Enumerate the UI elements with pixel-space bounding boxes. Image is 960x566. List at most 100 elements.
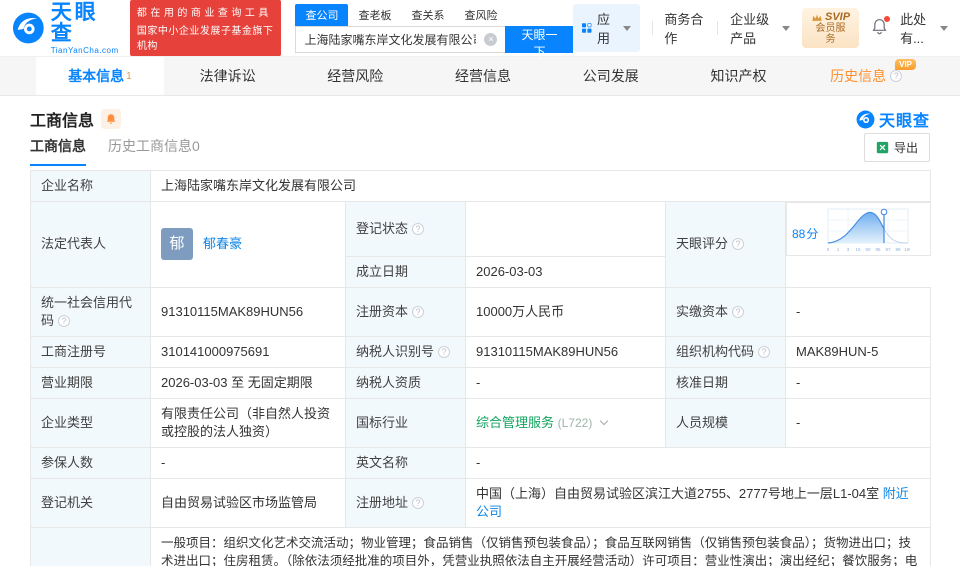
reg-capital-value: 10000万人民币	[465, 286, 666, 337]
svg-text:1: 1	[837, 247, 840, 252]
table-row: 企业名称 上海陆家嘴东岸文化发展有限公司	[30, 170, 931, 202]
info-icon[interactable]	[58, 314, 71, 327]
slogan-badge: 都在用的商业查询工具 国家中小企业发展子基金旗下机构	[129, 0, 282, 56]
tab-history-info[interactable]: 历史信息 VIP	[802, 57, 930, 95]
divider	[651, 21, 653, 35]
tab-basic-info[interactable]: 基本信息 1	[36, 57, 164, 95]
legal-rep-name-link[interactable]: 郁春豪	[203, 235, 242, 253]
business-scope-label: 经营范围	[30, 526, 151, 566]
crown-icon	[812, 14, 822, 21]
subtab-history-registration[interactable]: 历史工商信息0	[108, 136, 200, 166]
tab-business-info[interactable]: 经营信息	[419, 57, 547, 95]
section-title: 工商信息	[30, 113, 95, 130]
search-button[interactable]: 天眼一下	[505, 25, 574, 59]
info-icon[interactable]	[412, 496, 425, 509]
chevron-down-icon	[940, 25, 948, 31]
business-term-value: 2026-03-03 至 无固定期限	[150, 366, 346, 399]
excel-icon	[876, 141, 889, 154]
reg-status-label: 登记状态	[345, 201, 466, 257]
tab-badge-count: 1	[126, 70, 132, 82]
vip-tag: VIP	[895, 59, 917, 70]
staff-size-label: 人员规模	[665, 397, 786, 448]
legal-rep-cell: 郁 郁春豪	[150, 201, 346, 288]
brand-domain: TianYanCha.com	[50, 45, 119, 55]
brand-logo[interactable]: 天眼查 TianYanCha.com	[12, 2, 120, 55]
establish-date-value: 2026-03-03	[465, 255, 666, 288]
tab-company-development[interactable]: 公司发展	[547, 57, 675, 95]
bell-icon	[106, 114, 116, 124]
company-tab-strip: 基本信息 1 法律诉讼 经营风险 经营信息 公司发展 知识产权 历史信息 VIP	[0, 56, 960, 96]
approval-date-label: 核准日期	[665, 366, 786, 399]
chevron-down-icon	[781, 25, 790, 31]
search-tab-company[interactable]: 查公司	[295, 3, 349, 26]
notifications-bell[interactable]	[871, 16, 891, 38]
english-name-value: -	[465, 446, 931, 479]
info-icon[interactable]	[758, 345, 771, 358]
svg-text:3: 3	[847, 247, 850, 252]
subtab-business-registration[interactable]: 工商信息	[30, 136, 86, 166]
company-name-value: 上海陆家嘴东岸文化发展有限公司	[150, 170, 931, 202]
export-button[interactable]: 导出	[863, 133, 930, 162]
tab-intellectual-property[interactable]: 知识产权	[675, 57, 803, 95]
svip-title: SVIP	[824, 10, 851, 23]
top-header: 天眼查 TianYanCha.com 都在用的商业查询工具 国家中小企业发展子基…	[0, 0, 960, 59]
nav-more[interactable]: 此处有...	[900, 9, 948, 47]
paid-capital-value: -	[785, 286, 931, 337]
tab-operational-risk[interactable]: 经营风险	[291, 57, 419, 95]
grid-apps-icon	[582, 23, 592, 33]
business-info-table: 企业名称 上海陆家嘴东岸文化发展有限公司 法定代表人 郁 郁春豪 登记状态 天眼…	[30, 170, 931, 566]
approval-date-value: -	[785, 366, 931, 399]
industry-label: 国标行业	[345, 397, 466, 448]
info-icon[interactable]	[438, 345, 451, 358]
info-icon[interactable]	[412, 305, 425, 318]
svg-text:85: 85	[876, 247, 882, 252]
svg-text:100: 100	[905, 247, 911, 252]
apps-label: 应用	[596, 12, 610, 46]
svip-membership-badge[interactable]: SVIP 会员服务	[801, 7, 860, 49]
clear-search-icon[interactable]: ×	[484, 32, 498, 46]
chevron-down-icon[interactable]	[599, 416, 609, 425]
table-row: 法定代表人 郁 郁春豪 登记状态 天眼评分 88分	[30, 201, 931, 288]
legal-rep-avatar[interactable]: 郁	[161, 228, 193, 261]
section-header: 工商信息 天眼查	[30, 96, 930, 134]
nav-enterprise[interactable]: 企业级产品	[730, 9, 790, 47]
business-scope-value: 一般项目：组织文化艺术交流活动；物业管理；食品销售（仅销售预包装食品）；食品互联…	[150, 526, 931, 566]
slogan-line2: 国家中小企业发展子基金旗下机构	[136, 26, 274, 52]
industry-code: (L722)	[557, 415, 593, 430]
industry-name[interactable]: 综合管理服务	[476, 415, 554, 430]
table-row: 企业类型 有限责任公司（非自然人投资或控股的法人独资） 国标行业 综合管理服务 …	[30, 397, 931, 448]
apps-menu[interactable]: 应用	[573, 4, 640, 52]
chevron-down-icon	[622, 25, 631, 31]
info-icon[interactable]	[732, 305, 745, 318]
subtab-row: 工商信息 历史工商信息0 导出	[30, 133, 930, 166]
table-row: 参保人数 - 英文名称 -	[30, 446, 931, 479]
table-row: 登记机关 自由贸易试验区市场监管局 注册地址 中国（上海）自由贸易试验区滨江大道…	[30, 477, 931, 528]
search-input[interactable]	[296, 32, 485, 46]
legal-rep-label: 法定代表人	[30, 201, 151, 288]
svip-subtitle: 会员服务	[815, 23, 846, 46]
insured-count-label: 参保人数	[30, 446, 151, 479]
header-nav: 应用 商务合作 企业级产品 SVIP 会员服务 此处有...	[573, 4, 948, 52]
info-icon[interactable]	[732, 238, 745, 251]
search-tab-boss[interactable]: 查老板	[348, 4, 401, 26]
search-tab-risk[interactable]: 查风险	[454, 4, 507, 26]
org-code-value: MAK89HUN-5	[785, 335, 931, 368]
paid-capital-label: 实缴资本	[665, 286, 786, 337]
search-input-box: ×	[295, 25, 506, 53]
establish-date-label: 成立日期	[345, 255, 466, 288]
info-icon[interactable]	[412, 222, 425, 235]
info-icon[interactable]	[890, 70, 903, 82]
english-name-label: 英文名称	[345, 446, 466, 479]
tab-legal-litigation[interactable]: 法律诉讼	[164, 57, 292, 95]
svg-text:15: 15	[856, 247, 862, 252]
search-type-tabs: 查公司 查老板 查关系 查风险	[295, 3, 573, 26]
nav-cooperation[interactable]: 商务合作	[664, 9, 705, 47]
search-tab-relation[interactable]: 查关系	[401, 4, 454, 26]
staff-size-value: -	[785, 397, 931, 448]
reg-capital-label: 注册资本	[345, 286, 466, 337]
taxpayer-id-label: 纳税人识别号	[345, 335, 466, 368]
tianyancha-logo-icon	[856, 110, 875, 128]
monitor-bell-button[interactable]	[101, 109, 122, 129]
score-label: 天眼评分	[665, 201, 786, 288]
reg-authority-label: 登记机关	[30, 477, 151, 528]
